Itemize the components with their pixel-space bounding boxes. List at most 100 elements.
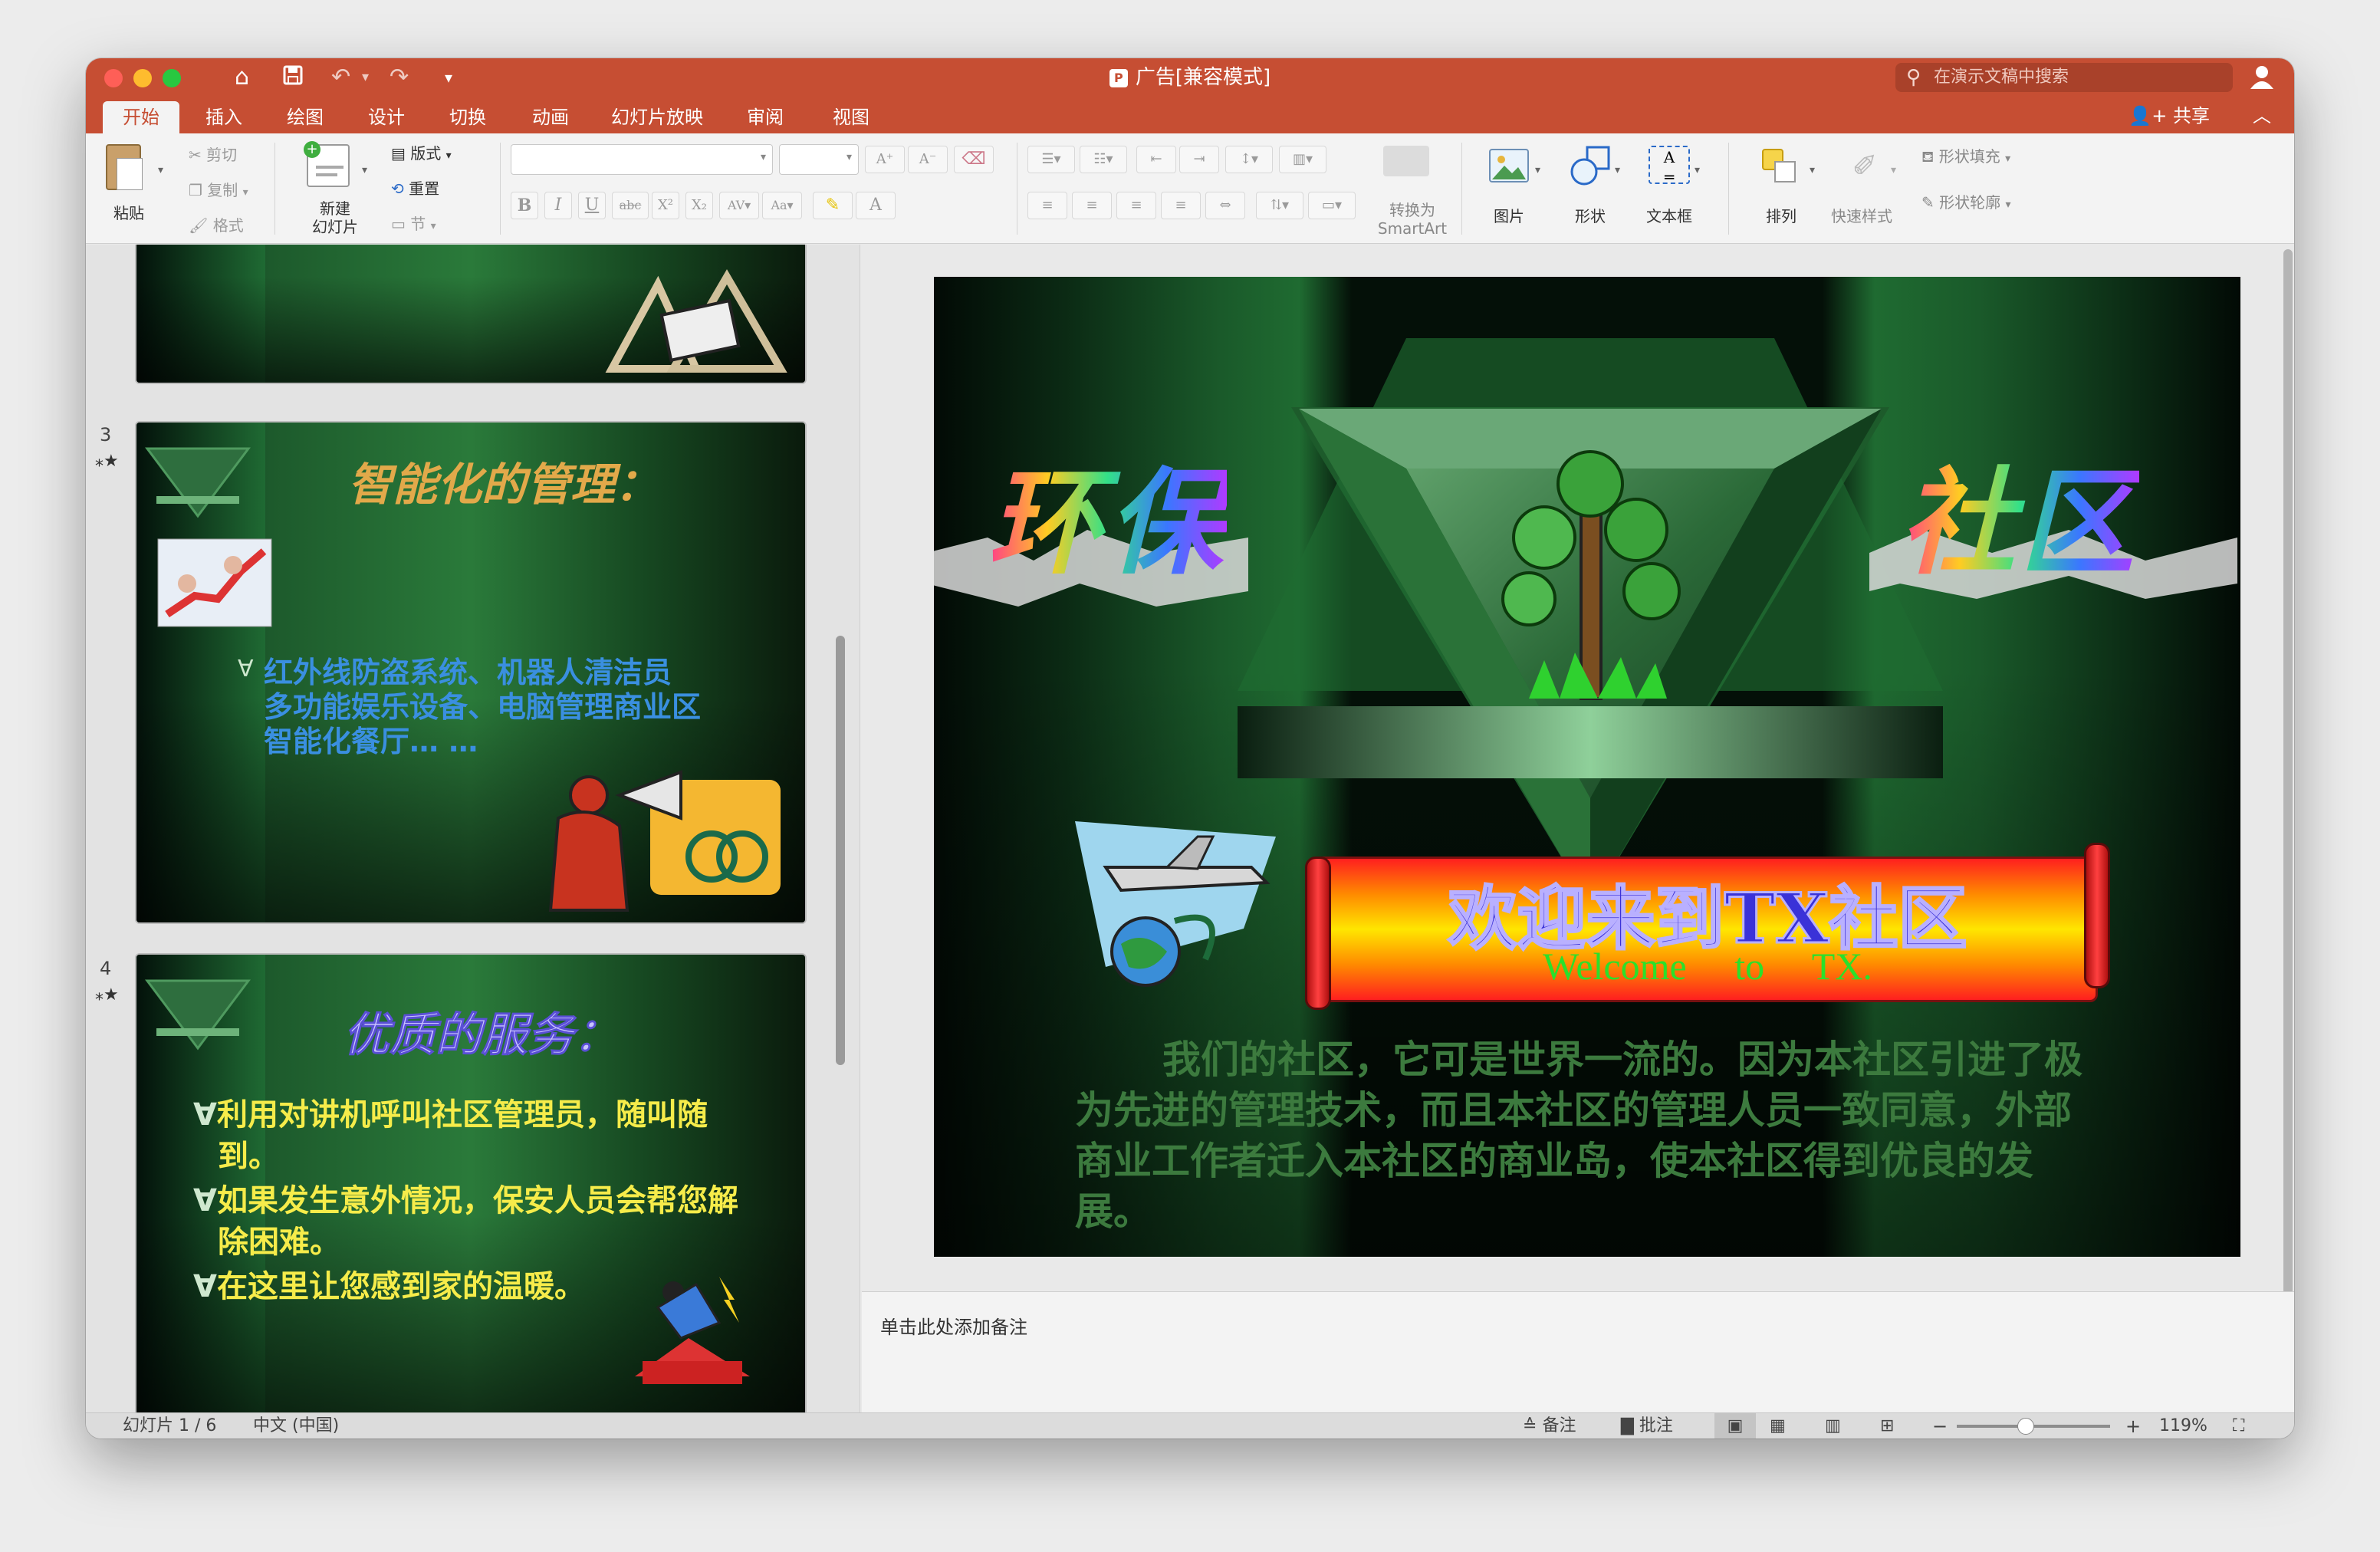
picture-dropdown-icon[interactable]: ▾ (1535, 164, 1540, 176)
underline-button[interactable]: U (578, 192, 606, 219)
paste-label[interactable]: 粘贴 (107, 201, 150, 223)
font-size-combo[interactable]: ▾ (779, 144, 859, 175)
quick-styles-icon[interactable]: ✐ (1843, 149, 1886, 184)
shape-outline-button[interactable]: ✎ 形状轮廓 ▾ (1921, 190, 2011, 212)
animation-star-icon: ⁎★ (95, 985, 119, 1005)
account-icon[interactable] (2248, 63, 2276, 90)
textbox-label[interactable]: 文本框 (1641, 204, 1698, 226)
character-spacing-button[interactable]: AV▾ (719, 192, 759, 219)
arrange-label[interactable]: 排列 (1762, 204, 1800, 226)
notes-pane[interactable]: 单击此处添加备注 (862, 1291, 2294, 1414)
cut-button[interactable]: ✂ 剪切 (189, 143, 237, 165)
shapes-label[interactable]: 形状 (1567, 204, 1613, 226)
numbering-button[interactable]: ☷▾ (1080, 146, 1127, 173)
strikethrough-button[interactable]: abc (612, 192, 649, 219)
font-color-button[interactable]: A (856, 192, 896, 219)
comments-toggle[interactable]: ▇ 批注 (1621, 1416, 1673, 1436)
tab-slideshow[interactable]: 幻灯片放映 (600, 101, 715, 133)
increase-indent-button[interactable]: ⇥ (1179, 146, 1219, 173)
slide-sorter-icon[interactable]: ▦ (1770, 1416, 1786, 1436)
shrink-font-button[interactable]: A⁻ (908, 146, 948, 173)
share-button[interactable]: 👤+ 共享 (2129, 103, 2210, 129)
editor-scrollbar[interactable] (2283, 249, 2293, 1295)
section-button[interactable]: ▭ 节 ▾ (391, 212, 436, 234)
align-text-button[interactable]: ▭▾ (1308, 192, 1356, 219)
ribbon-divider (500, 143, 501, 235)
new-slide-dropdown-icon[interactable]: ▾ (362, 164, 367, 176)
zoom-slider-thumb[interactable] (2017, 1418, 2034, 1435)
notes-placeholder[interactable]: 单击此处添加备注 (880, 1312, 1027, 1339)
tab-review[interactable]: 审阅 (735, 101, 796, 133)
tab-animations[interactable]: 动画 (520, 101, 581, 133)
zoom-out-button[interactable]: − (1932, 1416, 1948, 1436)
tab-view[interactable]: 视图 (820, 101, 882, 133)
quick-styles-dropdown-icon[interactable]: ▾ (1891, 164, 1896, 176)
subscript-button[interactable]: X₂ (685, 192, 713, 219)
distribute-button[interactable]: ⇔ (1205, 192, 1245, 219)
recycle-clipart (605, 269, 787, 373)
shape-fill-button[interactable]: ⛾ 形状填充 ▾ (1921, 144, 2010, 168)
search-box[interactable]: ⚲ 在演示文稿中搜索 (1895, 63, 2233, 92)
change-case-button[interactable]: Aa▾ (762, 192, 802, 219)
line-spacing-button[interactable]: ↕▾ (1225, 146, 1273, 173)
paste-dropdown-icon[interactable]: ▾ (158, 164, 163, 176)
shapes-dropdown-icon[interactable]: ▾ (1615, 164, 1620, 176)
tab-insert[interactable]: 插入 (193, 101, 255, 133)
layout-button[interactable]: ▤ 版式 ▾ (391, 141, 452, 163)
paste-icon[interactable] (106, 144, 143, 190)
thumbnail-scrollbar[interactable] (836, 636, 845, 1065)
slideshow-icon[interactable]: ⊞ (1880, 1416, 1894, 1436)
new-slide-label-line1: 新建 (320, 199, 350, 218)
copy-dropdown-icon: ▾ (242, 186, 248, 199)
textbox-dropdown-icon[interactable]: ▾ (1695, 164, 1700, 176)
picture-label[interactable]: 图片 (1486, 204, 1532, 226)
zoom-in-button[interactable]: + (2125, 1416, 2141, 1436)
justify-button[interactable]: ≡ (1161, 192, 1201, 219)
bullet-icon: ∀ (238, 656, 254, 682)
italic-button[interactable]: I (544, 192, 572, 219)
grow-font-button[interactable]: A⁺ (865, 146, 905, 173)
fit-to-window-icon[interactable]: ⛶ (2233, 1416, 2244, 1436)
convert-smartart-label[interactable]: 转换为 SmartArt (1374, 201, 1451, 238)
bold-button[interactable]: B (511, 192, 538, 219)
notes-toggle-label: 备注 (1542, 1416, 1576, 1435)
clear-formatting-button[interactable]: ⌫ (954, 146, 994, 173)
superscript-button[interactable]: X² (652, 192, 679, 219)
tab-home[interactable]: 开始 (103, 101, 179, 133)
align-right-button[interactable]: ≡ (1116, 192, 1156, 219)
zoom-level[interactable]: 119% (2159, 1416, 2207, 1436)
slide-thumbnail-3[interactable]: 智能化的管理： ∀ 红外线防盗系统、机器人清洁员 多功能娱乐设备、电脑管理商业区… (135, 421, 807, 924)
current-slide[interactable]: 环保 社区 欢迎来到TX社区 Welcome to TX. 我们的社区，它可是世… (934, 277, 2240, 1257)
slide-thumbnail-2[interactable] (135, 245, 807, 384)
textbox-icon[interactable]: A ═ (1649, 146, 1690, 186)
arrange-icon[interactable] (1762, 149, 1796, 182)
slide-thumbnail-4[interactable]: 优质的服务： ∀利用对讲机呼叫社区管理员，随叫随到。 ∀如果发生意外情况，保安人… (135, 953, 807, 1413)
align-center-button[interactable]: ≡ (1072, 192, 1112, 219)
notes-toggle[interactable]: ≙ 备注 (1523, 1416, 1576, 1436)
reading-view-icon[interactable]: ▥ (1825, 1416, 1841, 1436)
font-name-combo[interactable]: ▾ (511, 144, 773, 175)
arrange-dropdown-icon[interactable]: ▾ (1810, 164, 1815, 176)
picture-icon[interactable] (1489, 149, 1529, 182)
align-left-button[interactable]: ≡ (1027, 192, 1067, 219)
highlight-button[interactable]: ✎ (813, 192, 853, 219)
shapes-icon[interactable] (1569, 144, 1615, 190)
language-indicator[interactable]: 中文 (中国) (253, 1416, 339, 1436)
decrease-indent-button[interactable]: ⇤ (1136, 146, 1176, 173)
reset-button[interactable]: ⟲ 重置 (391, 176, 439, 199)
bullets-button[interactable]: ☰▾ (1027, 146, 1075, 173)
smartart-icon[interactable] (1383, 146, 1429, 176)
tab-draw[interactable]: 绘图 (274, 101, 336, 133)
columns-button[interactable]: ▥▾ (1279, 146, 1326, 173)
format-painter-button[interactable]: 🖌 格式 (189, 213, 244, 235)
tab-transitions[interactable]: 切换 (437, 101, 498, 133)
new-slide-label[interactable]: 新建 幻灯片 (308, 199, 362, 236)
tab-design[interactable]: 设计 (356, 101, 417, 133)
normal-view-icon[interactable]: ▣ (1714, 1413, 1756, 1439)
quick-styles-label[interactable]: 快速样式 (1816, 204, 1908, 226)
slide-title-left: 环保 (988, 430, 1227, 597)
copy-button[interactable]: ❐ 复制 ▾ (189, 178, 248, 200)
text-direction-button[interactable]: ⇅▾ (1256, 192, 1303, 219)
new-slide-icon[interactable]: + (304, 141, 350, 187)
collapse-ribbon-icon[interactable]: ︿ (2253, 103, 2271, 129)
